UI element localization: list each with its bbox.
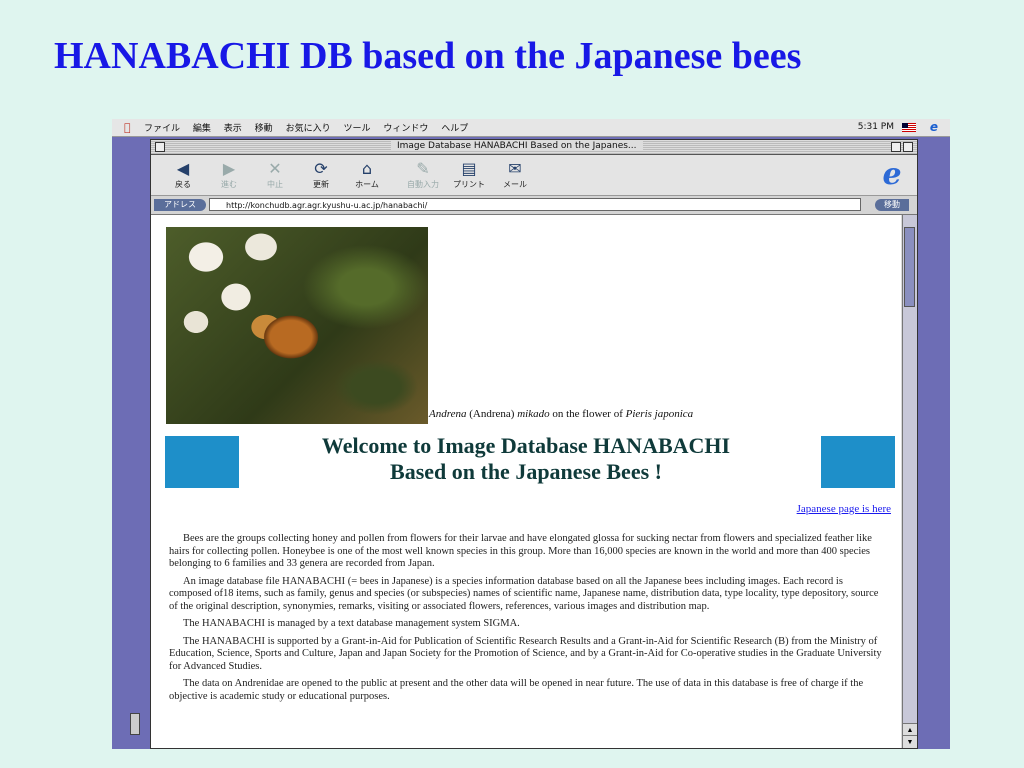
- window-titlebar[interactable]: Image Database HANABACHI Based on the Ja…: [151, 140, 917, 155]
- page-content: Andrena (Andrena) mikado on the flower o…: [151, 215, 901, 748]
- decor-box-left: [165, 436, 239, 488]
- welcome-heading: Welcome to Image Database HANABACHI Base…: [321, 433, 731, 484]
- menu-go[interactable]: 移動: [255, 124, 273, 134]
- mail-button[interactable]: ✉ メール: [495, 159, 535, 190]
- menu-tools[interactable]: ツール: [343, 124, 370, 134]
- scrollbar-thumb[interactable]: [904, 227, 915, 307]
- slide-title: HANABACHI DB based on the Japanese bees: [54, 35, 802, 77]
- home-icon: ⌂: [361, 159, 373, 178]
- menu-clock[interactable]: 5:31 PM: [858, 122, 894, 132]
- ie-logo-icon: e: [882, 157, 902, 192]
- japanese-page-link[interactable]: Japanese page is here: [797, 503, 891, 515]
- vertical-scrollbar[interactable]: ▲ ▼: [902, 215, 917, 748]
- stop-button[interactable]: ✕ 中止: [255, 159, 295, 190]
- intro-paragraph: The HANABACHI is supported by a Grant-in…: [169, 635, 882, 672]
- address-bar: アドレス ◎ http://konchudb.agr.agr.kyushu-u.…: [151, 196, 917, 215]
- intro-paragraph: The data on Andrenidae are opened to the…: [169, 678, 864, 702]
- printer-icon: ▤: [461, 159, 477, 178]
- stop-icon: ✕: [268, 159, 282, 178]
- menu-favorites[interactable]: お気に入り: [286, 124, 331, 134]
- apple-menu-icon[interactable]: : [124, 121, 131, 134]
- decor-box-right: [821, 436, 895, 488]
- window-title: Image Database HANABACHI Based on the Ja…: [391, 141, 643, 151]
- intro-paragraph: The HANABACHI is managed by a text datab…: [183, 618, 520, 629]
- zoom-box-icon[interactable]: [891, 142, 901, 152]
- browser-toolbar: ◀ 戻る ▶ 進む ✕ 中止 ⟳ 更新 ⌂ ホーム ✎ 自動入力 ▤ プリント …: [151, 155, 917, 196]
- intro-paragraph: An image database file HANABACHI (= bees…: [169, 575, 879, 612]
- scroll-down-arrow-icon[interactable]: ▼: [903, 735, 917, 748]
- menu-view[interactable]: 表示: [224, 124, 242, 134]
- collapse-box-icon[interactable]: [903, 142, 913, 152]
- browser-window: Image Database HANABACHI Based on the Ja…: [150, 139, 918, 749]
- close-box-icon[interactable]: [155, 142, 165, 152]
- menu-file[interactable]: ファイル: [144, 124, 180, 134]
- photo-caption: Andrena (Andrena) mikado on the flower o…: [429, 408, 694, 420]
- ie-app-icon[interactable]: e: [930, 120, 938, 134]
- refresh-button[interactable]: ⟳ 更新: [301, 159, 341, 190]
- print-button[interactable]: ▤ プリント: [449, 159, 489, 190]
- autofill-button[interactable]: ✎ 自動入力: [403, 159, 443, 190]
- menu-help[interactable]: ヘルプ: [441, 124, 468, 134]
- menu-bar:  ファイル 編集 表示 移動 お気に入り ツール ウィンドウ ヘルプ 5:31…: [112, 119, 950, 137]
- forward-button[interactable]: ▶ 進む: [209, 159, 249, 190]
- go-button[interactable]: 移動: [875, 199, 909, 211]
- keyboard-flag-icon[interactable]: [902, 123, 916, 132]
- address-label: アドレス: [154, 199, 206, 211]
- autofill-icon: ✎: [416, 159, 430, 178]
- bee-photo: [166, 227, 428, 424]
- menu-items: ファイル 編集 表示 移動 お気に入り ツール ウィンドウ ヘルプ: [144, 121, 478, 134]
- refresh-icon: ⟳: [314, 159, 328, 178]
- forward-arrow-icon: ▶: [222, 159, 236, 178]
- mac-desktop:  ファイル 編集 表示 移動 お気に入り ツール ウィンドウ ヘルプ 5:31…: [112, 119, 950, 749]
- back-arrow-icon: ◀: [176, 159, 190, 178]
- back-button[interactable]: ◀ 戻る: [163, 159, 203, 190]
- home-button[interactable]: ⌂ ホーム: [347, 159, 387, 190]
- menu-edit[interactable]: 編集: [193, 124, 211, 134]
- mail-icon: ✉: [508, 159, 522, 178]
- intro-text: Bees are the groups collecting honey and…: [169, 533, 883, 708]
- window-grow-handle[interactable]: [130, 713, 140, 735]
- menu-window[interactable]: ウィンドウ: [383, 124, 428, 134]
- intro-paragraph: Bees are the groups collecting honey and…: [169, 533, 872, 569]
- url-input[interactable]: http://konchudb.agr.agr.kyushu-u.ac.jp/h…: [209, 198, 861, 211]
